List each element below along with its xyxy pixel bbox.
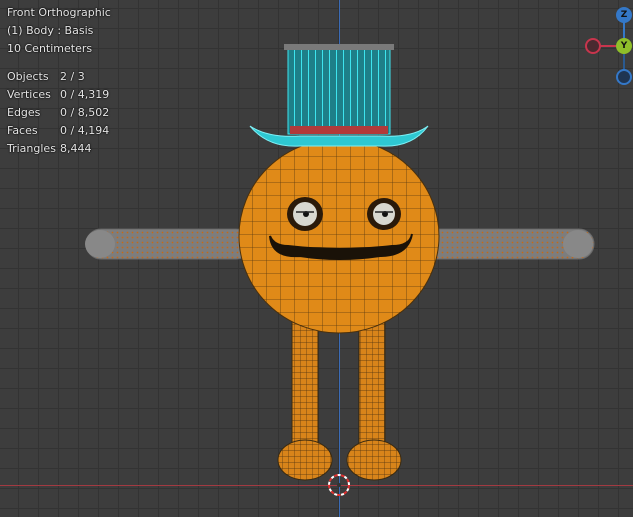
left-leg[interactable] [277,317,333,481]
stat-value: 2 / 3 [60,70,85,83]
right-leg[interactable] [346,317,402,481]
active-object-label: (1) Body : Basis [7,24,94,37]
x-axis-negative-handle[interactable] [585,38,601,54]
stat-value: 0 / 8,502 [60,106,110,119]
right-arm[interactable] [419,228,595,260]
y-axis-label: Y [620,41,628,51]
stat-label: Edges [7,106,41,119]
stat-row: Vertices 0 / 4,319 [7,86,111,104]
z-axis-negative-handle[interactable] [616,69,632,85]
hat-crown[interactable] [284,44,394,135]
z-axis-label: Z [620,10,628,20]
stat-label: Objects [7,70,49,83]
view-name: Front Orthographic [7,6,111,19]
stat-row: Faces 0 / 4,194 [7,122,111,140]
stat-row: Triangles 8,444 [7,140,111,158]
3d-viewport[interactable]: Front Orthographic (1) Body : Basis 10 C… [0,0,633,517]
body[interactable] [238,138,440,334]
stat-value: 0 / 4,319 [60,88,110,101]
stat-label: Triangles [7,142,56,155]
stat-value: 0 / 4,194 [60,124,110,137]
stat-row: Objects 2 / 3 [7,68,111,86]
stat-row: Edges 0 / 8,502 [7,104,111,122]
stat-label: Vertices [7,88,51,101]
viewport-info-overlay: Front Orthographic (1) Body : Basis 10 C… [7,4,111,158]
left-arm[interactable] [85,228,252,260]
left-eye[interactable] [287,197,323,231]
navigation-gizmo[interactable]: Z Y [583,5,633,87]
stat-value: 8,444 [60,142,92,155]
y-axis-handle[interactable]: Y [616,38,632,54]
z-axis-handle[interactable]: Z [616,7,632,23]
stat-label: Faces [7,124,38,137]
grid-scale-label: 10 Centimeters [7,42,93,55]
3d-cursor[interactable] [328,474,350,496]
scene-statistics: Objects 2 / 3 Vertices 0 / 4,319 Edges 0… [7,68,111,158]
right-eye[interactable] [367,198,401,230]
